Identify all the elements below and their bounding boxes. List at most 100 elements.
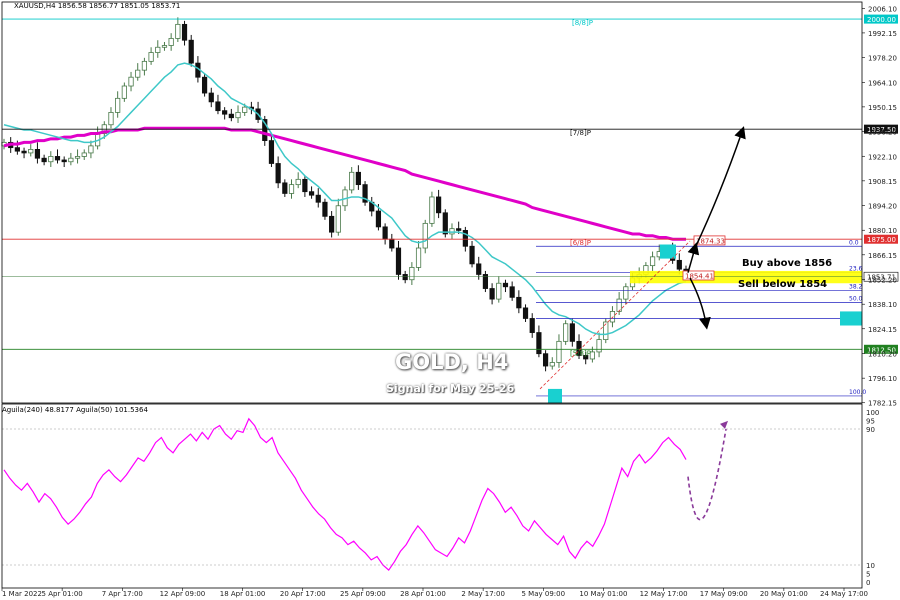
candle-body: [128, 76, 134, 87]
y-tick-label: 1950.15: [868, 104, 897, 112]
fib-level-label: 50.0: [849, 296, 863, 303]
candle-body: [108, 112, 114, 126]
candle-body: [201, 76, 208, 94]
candle-body: [175, 23, 181, 39]
candle-body: [649, 256, 656, 267]
candle-body: [81, 152, 87, 157]
x-tick-label: 20 Apr 17:00: [280, 590, 326, 598]
candle-body: [522, 307, 529, 319]
candle-body: [275, 163, 281, 184]
murray-label: [7/8]P: [570, 129, 591, 137]
osc-y-tick-label: 0: [866, 579, 870, 587]
candle-body: [489, 288, 495, 300]
oscillator-info: Aguila(240) 48.8177 Aguila(50) 101.5364: [2, 406, 148, 414]
candle-body: [476, 263, 482, 275]
y-tick-label: 1992.15: [868, 30, 897, 38]
candle-body: [181, 23, 188, 41]
candle-body: [288, 184, 295, 194]
trading-chart: [8/8]P[7/8]P[6/8]P[5/8]P0.023.638.250.06…: [1, 1, 899, 598]
y-tick-label: 1824.15: [868, 326, 897, 334]
osc-frame: [1, 403, 863, 589]
candle-body: [68, 157, 74, 163]
y-tick-label: 2006.10: [868, 5, 897, 13]
candle-body: [529, 318, 535, 333]
candle-body: [161, 45, 168, 48]
candle-body: [456, 228, 462, 231]
candle-body: [349, 171, 355, 191]
candle-body: [215, 101, 221, 112]
candle-body: [322, 201, 328, 217]
osc-forecast-curve: [687, 428, 727, 521]
candle-body: [329, 215, 335, 233]
chart-title: GOLD, H4: [395, 350, 509, 374]
candle-body: [469, 245, 475, 265]
candle-body: [168, 38, 174, 46]
y-tick-label: 1978.20: [868, 54, 897, 62]
osc-y-tick-label: 100: [866, 409, 879, 417]
candle-body: [222, 110, 228, 115]
x-tick-label: 28 Apr 01:00: [400, 590, 446, 598]
osc-y-tick-label: 95: [866, 418, 875, 426]
candle-body: [235, 112, 241, 119]
osc-y-tick-label: 10: [866, 562, 875, 570]
x-tick-label: 12 Apr 09:00: [160, 590, 206, 598]
x-tick-label: 24 May 17:00: [820, 590, 868, 598]
candle-body: [609, 311, 616, 323]
candle-body: [355, 171, 361, 186]
buy-signal-label: Buy above 1856: [742, 258, 833, 269]
fib-618-box: [840, 311, 862, 326]
price-tag-text: 1854.41: [685, 272, 714, 280]
candle-body: [516, 296, 522, 309]
candle-body: [141, 60, 148, 71]
x-tick-label: 7 Apr 17:00: [102, 590, 143, 598]
candle-body: [148, 52, 154, 62]
symbol-info: XAUUSD,H4 1856.58 1856.77 1851.05 1853.7…: [14, 2, 181, 10]
buy-arrow: [694, 126, 746, 249]
murray-price-tag: 1875.00: [864, 234, 898, 244]
candle-body: [34, 149, 41, 159]
y-tick-label: 1782.15: [868, 400, 897, 408]
candle-body: [208, 92, 214, 103]
candle-body: [623, 286, 629, 300]
candle-body: [282, 182, 288, 194]
osc-y-tick-label: 90: [866, 426, 875, 434]
y-tick-label: 1922.10: [868, 153, 897, 161]
x-tick-label: 1 Mar 2022: [2, 590, 42, 598]
x-tick-label: 5 Apr 01:00: [42, 590, 83, 598]
y-tick-label: 1852.20: [868, 276, 897, 284]
candle-body: [188, 39, 194, 64]
candle-body: [295, 178, 301, 186]
trend-line: [539, 240, 691, 390]
main-panel: [8/8]P[7/8]P[6/8]P[5/8]P0.023.638.250.06…: [1, 17, 866, 403]
candle-body: [569, 323, 575, 342]
candle-body: [429, 196, 435, 224]
candle-body: [61, 159, 67, 163]
candle-body: [155, 46, 161, 53]
candle-body: [395, 247, 402, 275]
candle-body: [302, 178, 308, 193]
low-marker-box: [548, 388, 562, 403]
y-tick-label: 1964.10: [868, 79, 897, 87]
x-tick-label: 17 May 09:00: [700, 590, 748, 598]
osc-y-tick-label: 5: [866, 571, 870, 579]
y-tick-label: 1810.20: [868, 350, 897, 358]
chart-stage: [8/8]P[7/8]P[6/8]P[5/8]P0.023.638.250.06…: [0, 0, 900, 600]
candle-body: [308, 191, 315, 196]
candle-body: [542, 353, 549, 367]
ema-50-line: [3, 62, 687, 336]
candle-body: [502, 282, 509, 288]
candle-body: [409, 266, 415, 281]
price-tag-text: 1875.00: [867, 236, 896, 244]
y-tick-label: 1838.10: [868, 301, 897, 309]
candle-body: [496, 282, 502, 300]
candle-body: [402, 274, 408, 281]
candle-body: [48, 156, 54, 163]
candle-body: [74, 156, 81, 159]
candle-body: [382, 226, 388, 240]
fib-level-label: 0.0: [849, 239, 859, 246]
candle-body: [335, 205, 341, 233]
price-tag-text: 2000.00: [867, 16, 896, 24]
candle-body: [315, 194, 321, 203]
y-tick-label: 1936.20: [868, 128, 897, 136]
candle-body: [14, 147, 20, 152]
